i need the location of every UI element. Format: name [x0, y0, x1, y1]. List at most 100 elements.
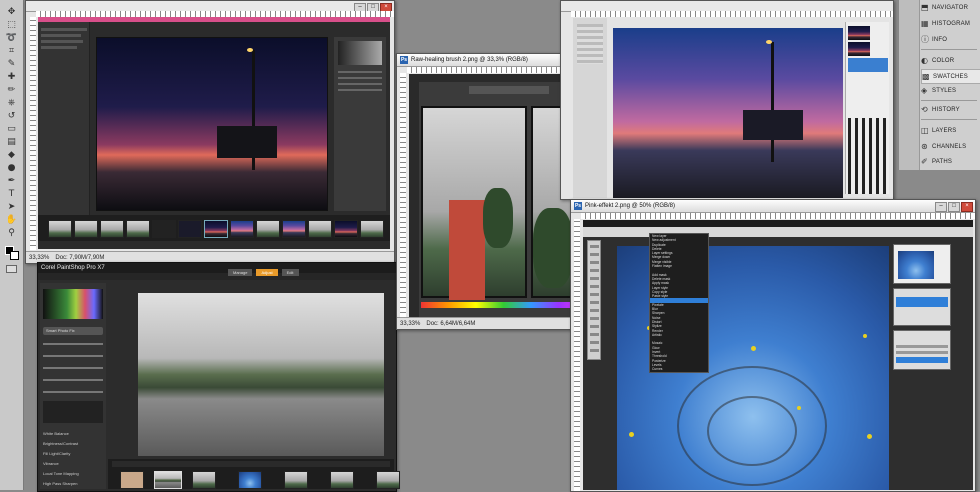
photoshop-icon: Ps	[574, 202, 582, 210]
document-size: Doc: 6,64M/6,64M	[426, 320, 476, 327]
panel-histogram[interactable]: ▦ HISTOGRAM	[921, 17, 979, 30]
pixlr-workspace	[583, 220, 973, 490]
panel-history[interactable]: ⟲ HISTORY	[921, 103, 979, 116]
adjustment-panel	[334, 37, 386, 211]
navigator-icon: ⬒	[921, 2, 929, 12]
corel-titlebar: Corel PaintShop Pro X7	[38, 263, 396, 273]
corel-menubar	[38, 273, 396, 280]
stamp-tool-icon[interactable]: ⎈	[5, 97, 18, 108]
corel-item-vibrance[interactable]: Vibrance	[43, 461, 59, 466]
menu-item[interactable]: Curves	[650, 367, 708, 371]
panel-swatches[interactable]: ▩ SWATCHES	[921, 69, 980, 84]
maximize-button[interactable]: □	[948, 202, 960, 212]
tab-edit[interactable]: Edit	[281, 269, 299, 276]
info-icon: ⓘ	[921, 34, 930, 44]
history-icon: ⟲	[921, 104, 928, 114]
corel-adjust-panel: Smart Photo Fix White Balance Brightness…	[40, 283, 106, 489]
panel-layers[interactable]: ◫ LAYERS	[921, 124, 979, 137]
photoshop-icon: Ps	[400, 56, 408, 64]
panel-icon-column	[899, 0, 920, 170]
zoom-tool-icon[interactable]: ⚲	[5, 227, 18, 238]
editor-workspace	[573, 18, 889, 198]
editor-workspace	[38, 17, 390, 249]
layers-icon: ◫	[921, 125, 929, 135]
histogram-graph	[43, 289, 103, 319]
pixlr-options-bar	[583, 227, 973, 237]
move-tool-icon[interactable]: ✥	[5, 6, 18, 17]
sunset-photo-canvas[interactable]	[96, 37, 328, 211]
document-window-pink-effect[interactable]: Ps Pink-effekt 2.png @ 50% (RGB/8) – □ ×	[570, 199, 976, 492]
brush-tool-icon[interactable]: ✏	[5, 84, 18, 95]
horizontal-ruler	[581, 213, 975, 219]
minimize-button[interactable]: –	[935, 202, 947, 212]
panel-dock: ⬒ NAVIGATOR ▦ HISTOGRAM ⓘ INFO ◐ COLOR ▩ SWAT…	[898, 0, 980, 170]
corel-tabs: Manage Adjust Edit	[228, 269, 299, 276]
before-photo[interactable]	[421, 106, 527, 300]
histogram-icon: ▦	[921, 18, 929, 28]
lake-photo-canvas[interactable]	[138, 293, 384, 456]
healing-tool-icon[interactable]: ✚	[5, 71, 18, 82]
history-brush-tool-icon[interactable]: ↺	[5, 110, 18, 121]
eraser-tool-icon[interactable]: ▭	[5, 123, 18, 134]
zoom-level[interactable]: 33,33%	[29, 255, 49, 261]
tab-adjust[interactable]: Adjust	[256, 269, 278, 276]
background-color-swatch[interactable]	[10, 251, 19, 260]
styles-icon: ◈	[921, 85, 928, 95]
pen-tool-icon[interactable]: ✒	[5, 175, 18, 186]
crop-tool-icon[interactable]: ⌗	[5, 45, 18, 56]
lasso-tool-icon[interactable]: ➰	[5, 32, 18, 43]
dodge-tool-icon[interactable]: ●	[5, 162, 18, 173]
path-select-icon[interactable]: ➤	[5, 201, 18, 212]
close-button[interactable]: ×	[961, 202, 973, 212]
corel-filmstrip	[108, 459, 400, 489]
filmstrip	[38, 215, 390, 241]
panel-channels[interactable]: ⊛ CHANNELS	[921, 140, 979, 153]
corel-title: Corel PaintShop Pro X7	[41, 265, 105, 271]
tab-manage[interactable]: Manage	[228, 269, 253, 276]
app-header-strip	[38, 17, 390, 22]
folder-panel	[38, 22, 90, 230]
panel-navigator[interactable]: ⬒ NAVIGATOR	[921, 1, 979, 14]
smart-photo-fix-button[interactable]: Smart Photo Fix	[43, 327, 103, 335]
panel-info[interactable]: ⓘ INFO	[921, 33, 979, 46]
hand-tool-icon[interactable]: ✋	[5, 214, 18, 225]
tools-panel: ✥ ⬚ ➰ ⌗ ✎ ✚ ✏ ⎈ ↺ ▭ ▤ ◆ ● ✒ T ➤ ✋ ⚲	[0, 0, 24, 490]
horizontal-ruler	[571, 11, 893, 17]
corel-item-brightness[interactable]: Brightness/Contrast	[43, 441, 78, 446]
filter-dropdown-menu[interactable]: New layer New adjustment Duplicate Delete La…	[649, 233, 709, 373]
color-icon: ◐	[921, 55, 929, 65]
gradient-tool-icon[interactable]: ▤	[5, 136, 18, 147]
window-title: Raw-healing brush 2.png @ 33,3% (RGB/8)	[411, 57, 528, 63]
paths-icon: ✐	[921, 156, 928, 166]
corel-item-high-pass[interactable]: High Pass Sharpen	[43, 481, 77, 486]
quick-mask-icon[interactable]	[6, 265, 17, 273]
channels-icon: ⊛	[921, 141, 928, 151]
vertical-ruler	[30, 17, 36, 250]
blur-tool-icon[interactable]: ◆	[5, 149, 18, 160]
history-panel	[893, 330, 951, 370]
corel-window[interactable]: Corel PaintShop Pro X7 Manage Adjust Edi…	[37, 262, 400, 492]
corel-item-white-balance[interactable]: White Balance	[43, 431, 69, 436]
text-tool-icon[interactable]: T	[5, 188, 18, 199]
document-size: Doc: 7,90M/7,90M	[55, 254, 105, 261]
document-window-sunset[interactable]: – □ × 33,33% Doc: 7,90M/7,90M	[25, 0, 395, 264]
pixlr-tools	[587, 240, 601, 360]
swatches-icon: ▩	[922, 71, 930, 81]
navigator-panel	[893, 244, 951, 284]
panel-paths[interactable]: ✐ PATHS	[921, 155, 979, 168]
layers-strip	[845, 22, 889, 194]
document-window-purple-sunset[interactable]	[560, 0, 894, 200]
eyedropper-tool-icon[interactable]: ✎	[5, 58, 18, 69]
corel-item-tone-mapping[interactable]: Local Tone Mapping	[43, 471, 79, 476]
vertical-ruler	[574, 219, 580, 491]
window-titlebar[interactable]: Ps Pink-effekt 2.png @ 50% (RGB/8) – □ ×	[571, 200, 975, 213]
zoom-level[interactable]: 33,33%	[400, 321, 420, 327]
vertical-ruler	[400, 73, 406, 317]
marquee-tool-icon[interactable]: ⬚	[5, 19, 18, 30]
corel-item-fill-light[interactable]: Fill Light/Clarity	[43, 451, 70, 456]
window-title: Pink-effekt 2.png @ 50% (RGB/8)	[585, 203, 676, 209]
purple-sunset-canvas[interactable]	[613, 28, 843, 198]
layers-panel	[893, 288, 951, 326]
panel-styles[interactable]: ◈ STYLES	[921, 84, 979, 97]
panel-color[interactable]: ◐ COLOR	[921, 54, 979, 67]
